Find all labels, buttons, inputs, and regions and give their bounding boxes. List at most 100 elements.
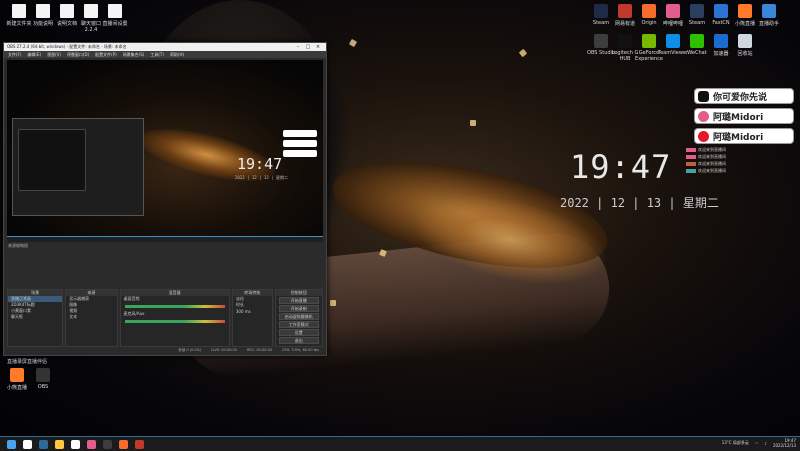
mixer-channel-label: 桌面音频 <box>123 296 140 301</box>
desktop-app-icon <box>690 4 704 18</box>
weather-widget[interactable]: 13°C 局部多云 <box>722 440 749 446</box>
taskbar-apps <box>0 439 144 449</box>
virtual-camera-button[interactable]: 启动虚拟摄像机 <box>278 313 319 320</box>
transitions-dock: 转场特效 淡化 时长 300 ms <box>231 289 273 347</box>
live-time: LIVE: 00:00:00 <box>211 348 237 352</box>
audio-meter <box>124 320 225 323</box>
scenes-dock: 场景 直播正常画 2D3K4T标题 小黄窗口素 聊天框 <box>7 289 64 347</box>
taskbar-app-icon[interactable] <box>39 439 48 449</box>
nested-obs-preview <box>12 118 144 216</box>
desktop-app-icon <box>738 34 752 48</box>
obs-menu-item[interactable]: 停靠窗口(D) <box>67 52 89 58</box>
tiktok-icon <box>698 90 709 102</box>
bilibili-icon <box>698 110 709 122</box>
desktop-app-item[interactable]: 回收站 <box>728 34 762 57</box>
desktop-app-item[interactable]: OBS <box>26 368 60 390</box>
clock-date: 2022 | 12 | 13 | 星期二 <box>560 196 719 210</box>
obs-titlebar[interactable]: OBS 27.2.4 (64-bit, windows) - 配置文件: 未命名… <box>4 43 326 51</box>
mixer-channel-label: 麦克风/Aux <box>123 311 145 316</box>
wallpaper-petal <box>470 120 476 126</box>
settings-button[interactable]: 设置 <box>278 329 319 336</box>
scene-item[interactable]: 聊天框 <box>8 314 62 320</box>
desktop-app-icon <box>618 34 632 48</box>
desktop-app-icon <box>690 34 704 48</box>
chat-line: 欢迎来到直播间 <box>686 146 796 153</box>
rec-time: REC: 00:00:00 <box>246 348 273 352</box>
social-button-bilibili[interactable]: 阿璐Midori <box>694 108 794 124</box>
minimize-icon[interactable]: – <box>293 44 303 50</box>
chat-line: 欢迎来到直播间 <box>686 167 796 174</box>
desktop-app-icon <box>666 4 680 18</box>
wallpaper-petal <box>348 38 358 48</box>
preview-toolbar <box>7 236 323 242</box>
desktop-icon-label: 直播伴侣 <box>26 359 47 365</box>
desktop-file-icon <box>12 4 26 18</box>
wallpaper-petal <box>330 300 336 306</box>
duration-field[interactable]: 300 ms <box>233 308 272 314</box>
taskbar-app-icon[interactable] <box>103 439 112 449</box>
start-menu-icon[interactable] <box>7 439 16 449</box>
audio-meter <box>124 305 225 308</box>
taskbar-app-icon[interactable] <box>23 439 32 449</box>
taskbar-date: 2022/12/13 <box>772 443 796 448</box>
desktop-app-icon <box>36 368 50 382</box>
social-button-tiktok[interactable]: 你可爱你先说 <box>694 88 794 104</box>
obs-menu-item[interactable]: 工具(T) <box>150 52 164 58</box>
exit-button[interactable]: 退出 <box>278 337 319 344</box>
obs-docks: 场景 直播正常画 2D3K4T标题 小黄窗口素 聊天框 来源 显示器捕获 图像 … <box>7 289 323 347</box>
system-tray: 13°C 局部多云 ◠ ♪ 19:47 2022/12/13 <box>722 438 796 448</box>
desktop-app-icon <box>714 34 728 48</box>
wallpaper-petal <box>518 48 528 58</box>
dropped-frames: 丢帧 0 (0.0%) <box>178 348 202 352</box>
taskbar-app-icon[interactable] <box>119 439 128 449</box>
desktop-file-icon <box>108 4 122 18</box>
desktop-app-icon <box>738 4 752 18</box>
volume-icon[interactable]: ♪ <box>764 441 767 446</box>
studio-mode-button[interactable]: 工作室模式 <box>278 321 319 328</box>
mixer-dock: 混音器 桌面音频 麦克风/Aux <box>119 289 230 347</box>
chat-line: 欢迎来到直播间 <box>686 160 796 167</box>
obs-menu-item[interactable]: 编辑(E) <box>27 52 41 58</box>
desktop-app-icon <box>762 4 776 18</box>
obs-preview[interactable]: 19:47 2022 | 12 | 13 | 星期二 <box>7 60 323 236</box>
chat-overlay: 欢迎来到直播间 欢迎来到直播间 欢迎来到直播间 欢迎来到直播间 <box>686 146 796 174</box>
weibo-icon <box>698 130 709 142</box>
desktop-file-item[interactable]: 直播间设置 <box>98 4 132 27</box>
obs-window[interactable]: OBS 27.2.4 (64-bit, windows) - 配置文件: 未命名… <box>3 42 327 356</box>
start-streaming-button[interactable]: 开始直播 <box>278 297 319 304</box>
taskbar: 13°C 局部多云 ◠ ♪ 19:47 2022/12/13 <box>0 436 800 451</box>
source-item[interactable]: 文本 <box>66 314 116 320</box>
preview-social-overlay <box>283 130 317 137</box>
taskbar-app-icon[interactable] <box>135 439 144 449</box>
obs-menu-item[interactable]: 配置文件(P) <box>95 52 117 58</box>
desktop-icon-label: 直播助手 <box>758 21 779 27</box>
controls-header: 控制按钮 <box>275 290 322 296</box>
start-recording-button[interactable]: 开始录制 <box>278 305 319 312</box>
obs-menu-item[interactable]: 帮助(H) <box>170 52 184 58</box>
maximize-icon[interactable]: □ <box>303 44 313 50</box>
social-button-weibo[interactable]: 阿璐Midori <box>694 128 794 144</box>
preview-clock: 19:47 <box>237 155 283 173</box>
taskbar-app-icon[interactable] <box>87 439 96 449</box>
social-label: 你可爱你先说 <box>713 92 768 103</box>
desktop-app-icon <box>642 4 656 18</box>
desktop-app-icon <box>594 34 608 48</box>
clock-time: 19:47 <box>570 148 672 186</box>
sources-dock: 来源 显示器捕获 图像 视频 文本 <box>65 289 118 347</box>
taskbar-app-icon[interactable] <box>71 439 80 449</box>
obs-menu-item[interactable]: 视图(V) <box>47 52 61 58</box>
desktop-icon-label: 直播间设置 <box>102 21 128 27</box>
wifi-icon[interactable]: ◠ <box>755 441 759 446</box>
obs-menubar: 文件(F) 编辑(E) 视图(V) 停靠窗口(D) 配置文件(P) 场景集合(S) 工具(T… <box>4 51 326 58</box>
preview-label: 来源缩略图 <box>8 243 28 248</box>
desktop-file-icon <box>60 4 74 18</box>
taskbar-clock[interactable]: 19:47 2022/12/13 <box>773 438 796 448</box>
taskbar-app-icon[interactable] <box>55 439 64 449</box>
desktop-app-item[interactable]: 直播助手 <box>752 4 786 27</box>
close-icon[interactable]: × <box>313 44 323 50</box>
obs-menu-item[interactable]: 文件(F) <box>8 52 21 58</box>
obs-menu-item[interactable]: 场景集合(S) <box>123 52 145 58</box>
desktop-app-icon <box>714 4 728 18</box>
controls-dock: 控制按钮 开始直播 开始录制 启动虚拟摄像机 工作室模式 设置 退出 <box>274 289 323 347</box>
chat-line: 欢迎来到直播间 <box>686 153 796 160</box>
